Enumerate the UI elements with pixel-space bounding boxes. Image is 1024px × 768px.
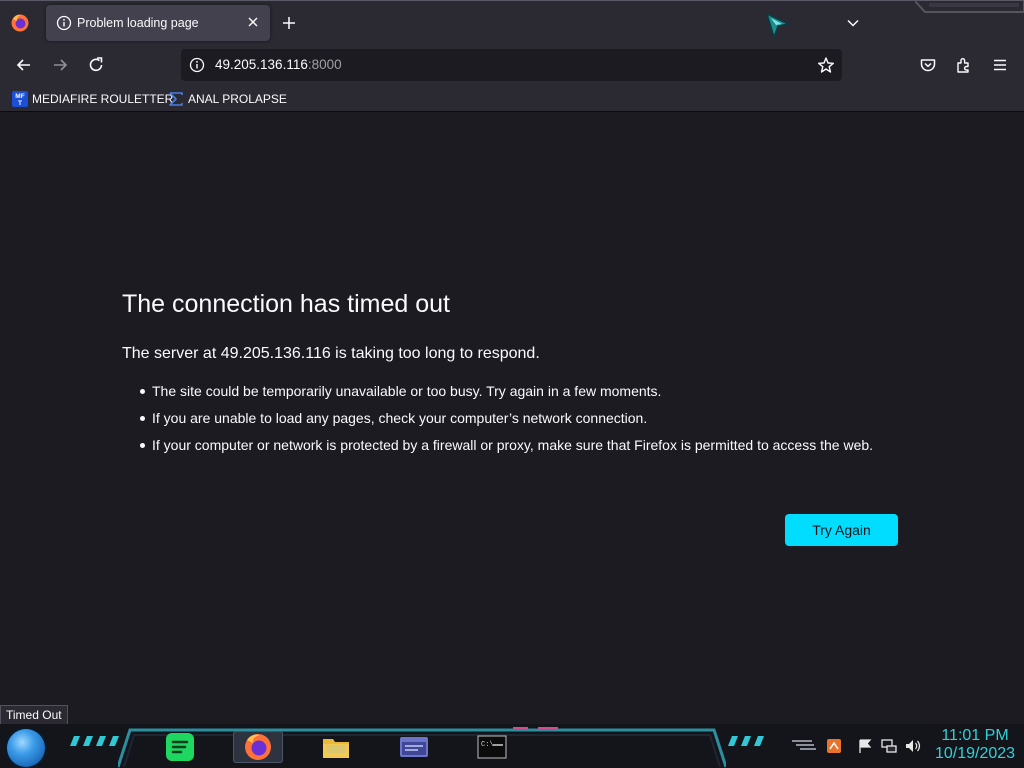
svg-text:C:\: C:\ — [481, 741, 494, 749]
status-panel: Timed Out — [0, 705, 68, 726]
spotify-icon — [166, 733, 194, 761]
bookmark-item[interactable]: ANAL PROLAPSE — [168, 90, 287, 108]
window-app-icon — [400, 737, 428, 757]
menu-icon[interactable] — [990, 55, 1010, 75]
start-button[interactable] — [7, 729, 45, 767]
url-port: :8000 — [307, 57, 342, 72]
taskbar-app-window[interactable] — [389, 731, 439, 763]
file-explorer-icon — [323, 739, 349, 758]
mediafire-icon: MF T — [12, 91, 28, 107]
url-text[interactable]: 49.205.136.116:8000 — [215, 57, 342, 72]
network-icon[interactable] — [881, 738, 897, 754]
info-icon — [56, 15, 72, 31]
taskbar-app-command-prompt[interactable]: C:\ — [467, 731, 517, 763]
tab-active[interactable]: Problem loading page — [46, 5, 270, 41]
list-item: If you are unable to load any pages, che… — [122, 408, 902, 428]
command-prompt-icon: C:\ — [477, 735, 507, 759]
close-tab-icon[interactable] — [245, 14, 261, 30]
clock-time: 11:01 PM — [941, 727, 1009, 744]
list-all-tabs-icon[interactable] — [845, 15, 861, 31]
screen: Problem loading page 49.205.136.116:8000… — [0, 0, 1024, 768]
volume-icon[interactable] — [905, 738, 921, 754]
taskbar-decoration-left — [70, 736, 119, 746]
navigation-toolbar: 49.205.136.116:8000 — [0, 44, 1024, 86]
firefox-icon — [245, 734, 271, 760]
new-tab-icon[interactable] — [280, 14, 298, 32]
taskbar-clock[interactable]: 11:01 PM 10/19/2023 — [930, 727, 1020, 763]
bookmark-label: ANAL PROLAPSE — [188, 92, 287, 106]
sigma-icon — [169, 92, 183, 106]
speed-icon[interactable] — [826, 738, 842, 754]
svg-text:T: T — [18, 100, 22, 107]
error-title: The connection has timed out — [122, 290, 450, 318]
bookmarks-toolbar: MF T MEDIAFIRE ROULETTER ANAL PROLAPSE — [0, 86, 1024, 112]
tab-title: Problem loading page — [77, 16, 199, 30]
taskbar-decoration-right — [728, 736, 764, 746]
extensions-icon[interactable] — [954, 55, 974, 75]
error-suggestions: The site could be temporarily unavailabl… — [122, 381, 902, 455]
reload-icon[interactable] — [86, 55, 106, 75]
taskbar-app-firefox[interactable] — [233, 731, 283, 763]
error-container: The connection has timed out The server … — [122, 290, 902, 462]
tab-strip: Problem loading page — [0, 0, 1024, 44]
error-subtitle: The server at 49.205.136.116 is taking t… — [122, 345, 540, 362]
clock-date: 10/19/2023 — [934, 745, 1016, 762]
back-icon[interactable] — [14, 55, 34, 75]
bookmark-item[interactable]: MF T MEDIAFIRE ROULETTER — [12, 90, 173, 108]
address-bar[interactable]: 49.205.136.116:8000 — [181, 49, 842, 81]
site-info-icon[interactable] — [189, 57, 205, 73]
cursor-icon — [765, 12, 791, 40]
firefox-icon[interactable] — [10, 13, 30, 33]
flag-icon[interactable] — [857, 738, 873, 754]
bookmark-star-icon[interactable] — [817, 56, 835, 74]
forward-icon[interactable] — [50, 55, 70, 75]
tray-speed-icon[interactable] — [790, 738, 816, 754]
svg-text:MF: MF — [15, 93, 24, 100]
pocket-icon[interactable] — [918, 55, 938, 75]
try-again-button[interactable]: Try Again — [785, 514, 898, 546]
list-item: The site could be temporarily unavailabl… — [122, 381, 902, 401]
taskbar-app-spotify[interactable] — [155, 731, 205, 763]
url-host: 49.205.136.116 — [215, 57, 308, 72]
window-frame-decoration — [915, 1, 1024, 13]
bookmark-label: MEDIAFIRE ROULETTER — [32, 92, 174, 106]
taskbar-app-file-explorer[interactable] — [311, 731, 361, 763]
list-item: If your computer or network is protected… — [122, 435, 902, 455]
